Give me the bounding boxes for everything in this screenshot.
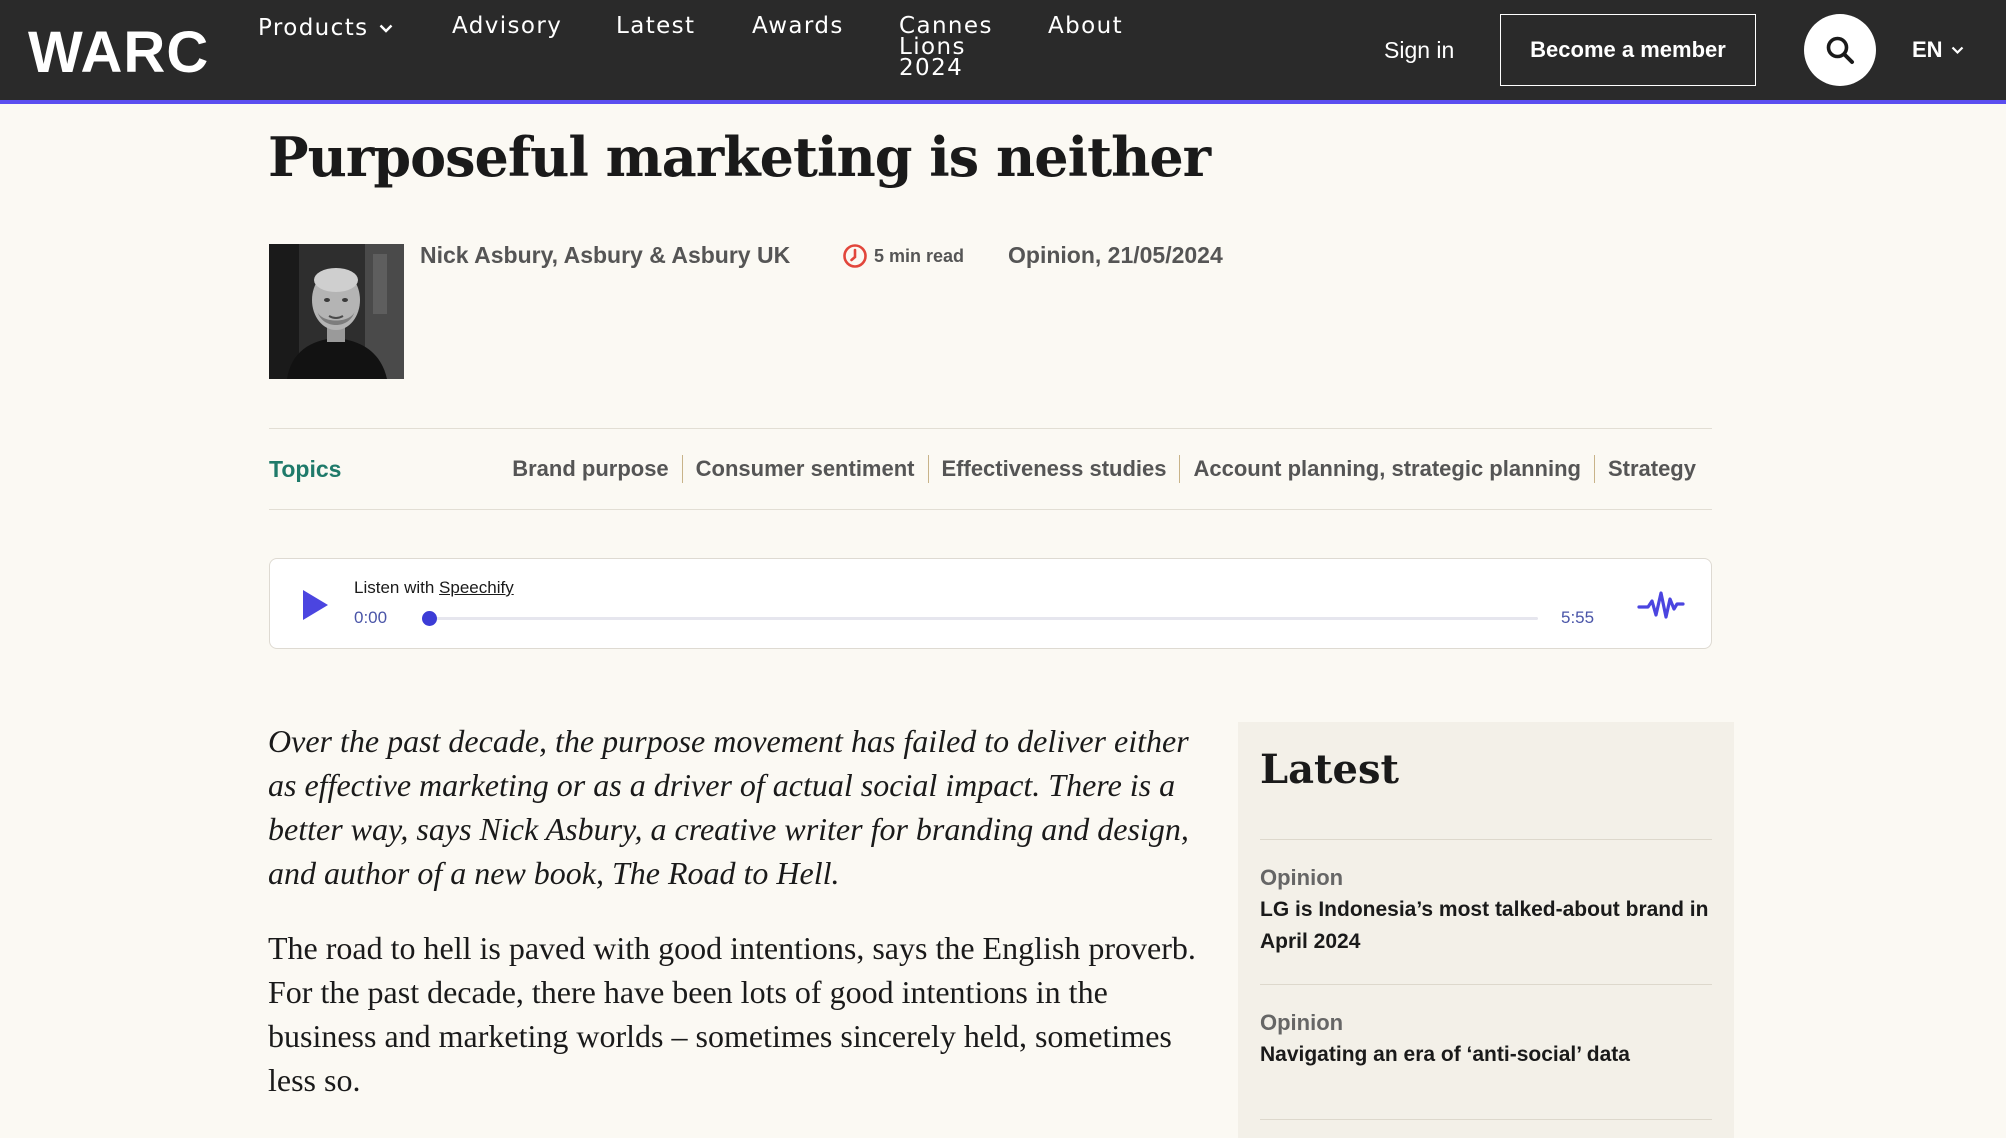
nav-awards[interactable]: Awards [752,15,844,38]
search-button[interactable] [1804,14,1876,86]
latest-item-title[interactable]: Navigating an era of ‘anti-social’ data [1260,1039,1712,1071]
category-date: Opinion, 21/05/2024 [1008,242,1223,268]
listen-prefix: Listen with [354,578,440,597]
language-selector[interactable]: EN [1912,36,1964,64]
progress-slider[interactable] [422,611,1538,626]
latest-item-category: Opinion [1260,1010,1344,1035]
chevron-down-icon [379,16,393,37]
become-member-button[interactable]: Become a member [1500,14,1756,86]
topic-brand-purpose[interactable]: Brand purpose [499,455,683,483]
latest-item[interactable]: Opinion Navigating an era of ‘anti-socia… [1260,984,1712,1071]
nav-cannes-lions[interactable]: Cannes Lions 2024 [899,15,993,80]
read-time-label: 5 min read [874,246,965,266]
play-icon [303,590,328,620]
chevron-down-icon [1951,46,1963,54]
clock-icon [843,244,867,268]
latest-item-title[interactable]: LG is Indonesia’s most talked-about bran… [1260,894,1712,958]
topics-bar: Topics Brand purpose Consumer sentiment … [269,428,1712,510]
author-avatar [269,244,404,379]
speechify-waveform-icon[interactable] [1636,585,1686,625]
sign-in-link[interactable]: Sign in [1384,36,1454,64]
listen-with-label: Listen with Speechify [354,577,514,599]
nav-latest[interactable]: Latest [616,15,695,38]
audio-player: Listen with Speechify 0:00 5:55 [269,558,1712,649]
latest-item[interactable]: Opinion LG is Indonesia’s most talked-ab… [1260,839,1712,958]
author-name[interactable]: Nick Asbury, Asbury & Asbury UK [420,240,790,270]
sidebar-heading: Latest [1260,746,1399,793]
read-time: 5 min read [842,243,964,269]
topic-strategy[interactable]: Strategy [1595,455,1696,483]
latest-item-category: Opinion [1260,865,1344,890]
site-header: WARC Products Advisory Latest Awards Can… [0,0,2006,104]
latest-sidebar: Latest Opinion LG is Indonesia’s most ta… [1238,722,1734,1138]
nav-products-label: Products [258,15,369,41]
search-icon [1826,36,1854,64]
speechify-link[interactable]: Speechify [439,578,514,597]
play-button[interactable] [298,587,332,623]
progress-handle[interactable] [422,611,437,626]
warc-logo[interactable]: WARC [28,22,209,84]
article-title: Purposeful marketing is neither [268,125,1211,189]
topic-consumer-sentiment[interactable]: Consumer sentiment [683,455,929,483]
language-label: EN [1912,37,1943,62]
duration: 5:55 [1561,608,1595,627]
topic-effectiveness-studies[interactable]: Effectiveness studies [929,455,1181,483]
current-time: 0:00 [354,608,388,627]
topic-account-planning[interactable]: Account planning, strategic planning [1180,455,1595,483]
sidebar-divider [1260,1119,1712,1120]
article-standfirst: Over the past decade, the purpose moveme… [268,723,1189,891]
author-portrait-image [269,244,404,379]
nav-products[interactable]: Products [258,15,393,41]
topics-label: Topics [269,456,342,482]
nav-advisory[interactable]: Advisory [452,15,562,38]
nav-about[interactable]: About [1048,15,1123,38]
topic-list: Brand purpose Consumer sentiment Effecti… [499,451,1696,487]
article-paragraph: The road to hell is paved with good inte… [268,930,1196,1098]
